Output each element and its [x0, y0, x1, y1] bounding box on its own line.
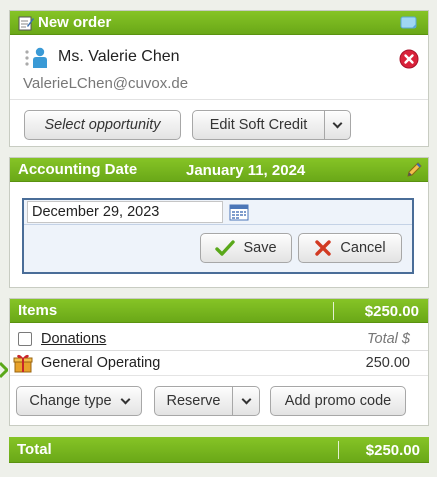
edit-soft-credit-button[interactable]: Edit Soft Credit [192, 110, 325, 140]
selected-row-arrow-icon [0, 361, 10, 379]
cancel-button[interactable]: Cancel [298, 233, 402, 263]
total-amount: $250.00 [365, 442, 420, 459]
note-icon[interactable] [400, 16, 418, 30]
accounting-date-value: January 11, 2024 [186, 162, 306, 179]
order-edit-icon [18, 15, 34, 31]
new-order-header: New order [10, 11, 428, 35]
calendar-icon[interactable] [229, 203, 249, 221]
accounting-date-header: Accounting Date January 11, 2024 [10, 158, 428, 182]
add-promo-code-button[interactable]: Add promo code [270, 386, 406, 416]
item-row[interactable]: General Operating 250.00 [10, 352, 428, 376]
add-promo-code-label: Add promo code [284, 393, 392, 409]
order-actions: Select opportunity Edit Soft Credit [10, 99, 428, 140]
date-editor: Save Cancel [22, 198, 414, 274]
donations-checkbox[interactable] [18, 332, 32, 346]
gift-icon [13, 353, 33, 373]
person-icon [31, 47, 49, 69]
drag-handle-icon[interactable] [24, 49, 30, 67]
total-panel: Total $250.00 [9, 437, 429, 463]
total-divider [338, 441, 339, 459]
items-panel: Items $250.00 Donations Total $ General … [9, 298, 429, 426]
items-title: Items [18, 302, 58, 319]
edit-soft-credit-label: Edit Soft Credit [209, 117, 308, 133]
items-group-row: Donations Total $ [10, 327, 428, 351]
chevron-down-icon [332, 118, 343, 128]
chevron-down-icon [120, 394, 131, 404]
change-type-button[interactable]: Change type [16, 386, 142, 416]
accounting-date-title: Accounting Date [18, 161, 138, 178]
items-total: $250.00 [364, 303, 419, 320]
reserve-label: Reserve [166, 393, 221, 409]
chevron-down-icon [241, 394, 251, 404]
new-order-panel: New order Ms. Valerie Chen ValerieLChen@… [9, 10, 429, 147]
items-header: Items $250.00 [10, 299, 428, 323]
checkmark-icon [215, 239, 236, 257]
item-amount: 250.00 [365, 355, 410, 371]
contact-row: Ms. Valerie Chen [10, 47, 428, 69]
reserve-dropdown-button[interactable] [233, 386, 260, 416]
accounting-date-input[interactable] [27, 201, 223, 223]
new-order-title: New order [38, 14, 112, 31]
pencil-icon[interactable] [405, 161, 423, 179]
edit-soft-credit-split: Edit Soft Credit [192, 110, 351, 140]
save-button[interactable]: Save [200, 233, 292, 263]
cancel-x-icon [314, 239, 332, 257]
select-opportunity-label: Select opportunity [44, 117, 161, 133]
contact-name[interactable]: Ms. Valerie Chen [58, 48, 180, 66]
accounting-date-panel: Accounting Date January 11, 2024 Decembe… [9, 157, 429, 288]
save-label: Save [243, 240, 277, 256]
reserve-button[interactable]: Reserve [154, 386, 233, 416]
total-bar: Total $250.00 [9, 437, 429, 463]
soft-credit-dropdown-button[interactable] [325, 110, 351, 140]
items-header-divider [333, 302, 334, 320]
contact-email: ValerieLChen@cuvox.de [23, 75, 189, 92]
reserve-split: Reserve [154, 386, 260, 416]
select-opportunity-button[interactable]: Select opportunity [24, 110, 181, 140]
item-name: General Operating [41, 355, 161, 371]
change-type-label: Change type [29, 393, 112, 409]
remove-contact-icon[interactable] [399, 49, 419, 69]
total-column-header: Total $ [367, 331, 410, 347]
total-label: Total [17, 441, 52, 458]
items-actions: Change type Reserve Add promo code [10, 385, 428, 417]
donations-link[interactable]: Donations [41, 331, 106, 347]
cancel-label: Cancel [340, 240, 386, 256]
